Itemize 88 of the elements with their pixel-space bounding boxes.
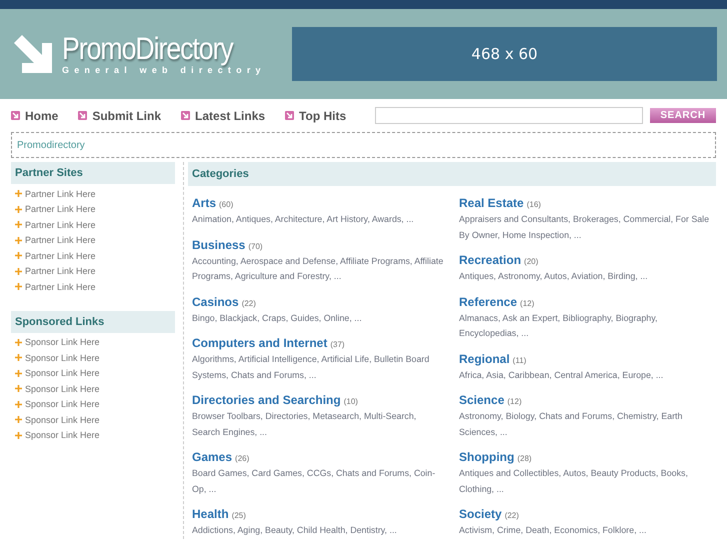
category-count: (26)	[235, 454, 250, 463]
category-link[interactable]: Reference	[459, 294, 518, 308]
plus-icon	[15, 385, 22, 392]
plus-icon	[15, 190, 22, 198]
category-link[interactable]: Games	[192, 450, 232, 464]
category-count: (12)	[520, 298, 534, 308]
category-count: (22)	[242, 298, 256, 308]
category-count: (20)	[524, 257, 538, 266]
category-count: (37)	[330, 340, 345, 349]
categories-heading: Categories	[188, 162, 716, 186]
nav-link[interactable]: Home	[11, 108, 58, 122]
plus-icon	[15, 416, 22, 424]
category-link[interactable]: Casinos	[192, 294, 239, 308]
category-link[interactable]: Science	[459, 393, 504, 407]
sidebar-heading: Partner Sites	[11, 162, 175, 184]
sidebar-link[interactable]: Partner Link Here	[11, 248, 175, 264]
plus-icon	[15, 354, 22, 362]
plus-icon	[15, 268, 22, 275]
sidebar-link[interactable]: Partner Link Here	[11, 202, 175, 217]
category-link[interactable]: Regional	[459, 352, 510, 366]
sidebar-link[interactable]: Sponsor Link Here	[11, 428, 175, 443]
subcategory-list: Addictions, Aging, Beauty, Child Health, Dentistry, ...	[192, 523, 445, 538]
category-link[interactable]: Computers and Internet	[192, 336, 328, 350]
subcategory-list: Africa, Asia, Caribbean, Central America, Europe, ...	[459, 368, 712, 383]
subcategory-list: Antiques, Astronomy, Autos, Aviation, Birding, ...	[459, 269, 712, 284]
sidebar-link[interactable]: Sponsor Link Here	[11, 334, 175, 350]
subcategory-list: Animation, Antiques, Architecture, Art History, Awards, ...	[192, 212, 445, 228]
plus-icon	[15, 400, 22, 408]
plus-icon	[15, 338, 22, 346]
plus-icon	[15, 236, 22, 244]
subcategory-list: Accounting, Aerospace and Defense, Affiliate Programs, Affiliate Programs, Agriculture and Forestry, ...	[192, 254, 445, 284]
category-count: (70)	[248, 242, 263, 250]
subcategory-list: Almanacs, Ask an Expert, Bibliography, Biography, Encyclopedias, ...	[459, 310, 712, 342]
sidebar-link[interactable]: Partner Link Here	[11, 264, 175, 279]
arrow-box-icon	[11, 111, 20, 120]
ad-banner: 468 x 60	[292, 27, 717, 81]
sidebar-link[interactable]: Partner Link Here	[11, 279, 175, 294]
category-count: (25)	[232, 511, 246, 520]
plus-icon	[15, 283, 22, 290]
sidebar-link[interactable]: Sponsor Link Here	[11, 366, 175, 381]
sidebar-link[interactable]: Partner Link Here	[11, 186, 175, 202]
plus-icon	[15, 370, 22, 377]
category-link[interactable]: Society	[459, 507, 502, 521]
sidebar-link[interactable]: Partner Link Here	[11, 232, 175, 248]
sidebar-heading: Sponsored Links	[11, 310, 175, 332]
search-button[interactable]: SEARCH	[650, 108, 716, 123]
category-count: (10)	[344, 397, 358, 406]
category-count: (12)	[507, 397, 522, 406]
arrow-logo-icon	[12, 33, 54, 75]
subcategory-list: Antiques and Collectibles, Autos, Beauty Products, Books, Clothing, ...	[459, 466, 712, 497]
logo-tagline: General web directory	[62, 65, 266, 75]
subcategory-list: Algorithms, Artificial Intelligence, Artificial Life, Bulletin Board Systems, Chats and Forums, ...	[192, 352, 445, 383]
sidebar-link[interactable]: Sponsor Link Here	[11, 396, 175, 412]
plus-icon	[15, 206, 22, 213]
category-link[interactable]: Recreation	[459, 253, 522, 267]
arrow-box-icon	[78, 111, 88, 120]
subcategory-list: Astronomy, Biology, Chats and Forums, Chemistry, Earth Sciences, ...	[459, 409, 712, 440]
category-count: (28)	[517, 454, 532, 463]
sidebar-link[interactable]: Partner Link Here	[11, 217, 175, 232]
category-link[interactable]: Business	[192, 238, 246, 252]
subcategory-list: Appraisers and Consultants, Brokerages, Commercial, For Sale By Owner, Home Inspection, ...	[459, 212, 712, 243]
subcategory-list: Activism, Crime, Death, Economics, Folklore, ...	[459, 523, 712, 538]
category-count: (60)	[219, 200, 234, 209]
breadcrumb-link[interactable]: Promodirectory	[17, 140, 85, 150]
logo-title: PromoDirectory	[62, 33, 234, 65]
category-link[interactable]: Real Estate	[459, 196, 524, 210]
category-count: (11)	[512, 356, 526, 364]
nav-link[interactable]: Submit Link	[78, 108, 162, 122]
plus-icon	[15, 432, 22, 439]
category-link[interactable]: Directories and Searching	[192, 393, 341, 407]
subcategory-list: Board Games, Card Games, CCGs, Chats and Forums, Coin-Op, ...	[192, 466, 445, 497]
category-count: (16)	[526, 200, 541, 209]
category-link[interactable]: Health	[192, 507, 229, 521]
subcategory-list: Bingo, Blackjack, Craps, Guides, Online, ...	[192, 310, 445, 326]
category-count: (22)	[504, 511, 519, 520]
nav-link[interactable]: Top Hits	[285, 108, 346, 122]
plus-icon	[15, 221, 22, 228]
category-link[interactable]: Shopping	[459, 450, 514, 464]
arrow-box-icon	[285, 111, 294, 120]
nav-link[interactable]: Latest Links	[181, 108, 266, 122]
arrow-box-icon	[181, 111, 190, 120]
sidebar-link[interactable]: Sponsor Link Here	[11, 381, 175, 396]
category-link[interactable]: Arts	[192, 196, 216, 210]
sidebar-link[interactable]: Sponsor Link Here	[11, 350, 175, 366]
search-field[interactable]	[375, 107, 643, 124]
plus-icon	[15, 252, 22, 260]
subcategory-list: Browser Toolbars, Directories, Metasearch, Multi-Search, Search Engines, ...	[192, 409, 445, 440]
sidebar-link[interactable]: Sponsor Link Here	[11, 412, 175, 428]
